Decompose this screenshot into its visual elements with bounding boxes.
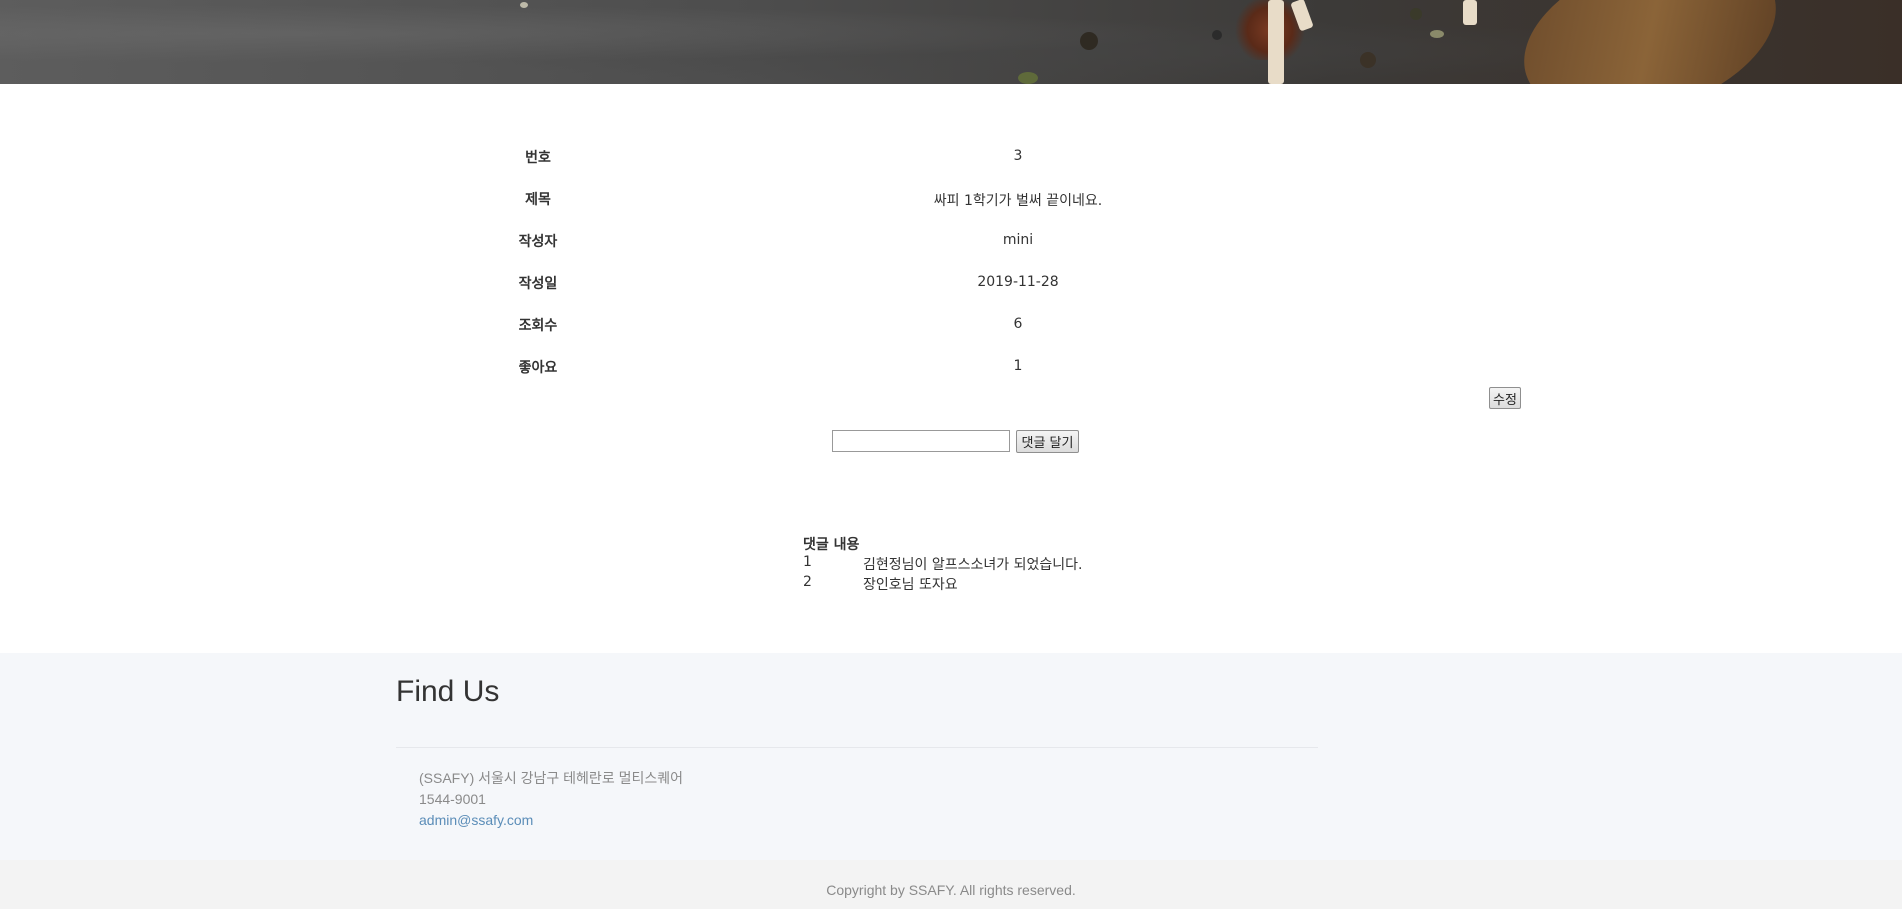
spice-seed-image xyxy=(1360,52,1376,68)
comment-number: 2 xyxy=(803,574,812,590)
comment-list: 댓글 내용 1 김현정님이 알프스소녀가 되었습니다. 2 장인호님 또자요 xyxy=(803,534,1082,594)
comment-list-header: 댓글 내용 xyxy=(803,537,860,553)
add-comment-button[interactable]: 댓글 달기 xyxy=(1016,430,1079,453)
row-label: 제목 xyxy=(525,192,551,208)
row-label: 작성일 xyxy=(518,276,558,292)
spice-seed-image xyxy=(1212,30,1222,40)
spice-seed-image xyxy=(1080,32,1098,50)
comment-input[interactable] xyxy=(832,430,1010,452)
email-link[interactable]: admin@ssafy.com xyxy=(419,812,533,828)
comment-number: 1 xyxy=(803,554,812,570)
row-value: 2019-11-28 xyxy=(977,274,1059,290)
wooden-board-image xyxy=(1503,0,1797,84)
edit-button[interactable]: 수정 xyxy=(1489,387,1521,409)
divider xyxy=(396,747,1318,748)
copyright-text: Copyright by SSAFY. All rights reserved. xyxy=(826,882,1076,898)
spice-seed-image xyxy=(1430,30,1444,38)
row-value: 싸피 1학기가 벌써 끝이네요. xyxy=(933,193,1103,209)
detail-row-date: 작성일 2019-11-28 xyxy=(440,263,1520,305)
comment-item: 2 장인호님 또자요 xyxy=(803,574,958,594)
detail-row-number: 번호 3 xyxy=(440,137,1520,179)
find-us-title: Find Us xyxy=(396,675,500,708)
detail-row-title: 제목 싸피 1학기가 벌써 끝이네요. xyxy=(440,179,1520,221)
cinnamon-stick-image xyxy=(1463,0,1477,25)
post-detail-table: 번호 3 제목 싸피 1학기가 벌써 끝이네요. 작성자 mini 작성일 20… xyxy=(440,137,1520,389)
comment-text: 김현정님이 알프스소녀가 되었습니다. xyxy=(863,557,1083,573)
row-label: 좋아요 xyxy=(518,360,558,376)
row-value: 6 xyxy=(1013,316,1023,332)
cinnamon-stick-image xyxy=(1268,0,1284,84)
row-value: mini xyxy=(1002,232,1034,248)
comment-item: 1 김현정님이 알프스소녀가 되었습니다. xyxy=(803,554,1082,574)
address-text: (SSAFY) 서울시 강남구 테헤란로 멀티스퀘어 xyxy=(419,770,683,786)
phone-text: 1544-9001 xyxy=(419,791,486,807)
row-label: 조회수 xyxy=(518,318,558,334)
row-value: 3 xyxy=(1013,148,1023,164)
spice-seed-image xyxy=(520,2,528,8)
detail-row-author: 작성자 mini xyxy=(440,221,1520,263)
comment-text: 장인호님 또자요 xyxy=(863,577,958,593)
row-label: 작성자 xyxy=(518,234,558,250)
find-us-section: Find Us (SSAFY) 서울시 강남구 테헤란로 멀티스퀘어 1544-… xyxy=(0,653,1902,860)
detail-row-likes: 좋아요 1 xyxy=(440,347,1520,389)
hero-banner xyxy=(0,0,1902,84)
spice-seed-image xyxy=(1018,72,1038,84)
contact-info: (SSAFY) 서울시 강남구 테헤란로 멀티스퀘어 1544-9001 adm… xyxy=(419,768,683,831)
detail-row-views: 조회수 6 xyxy=(440,305,1520,347)
copyright-bar: Copyright by SSAFY. All rights reserved. xyxy=(0,860,1902,909)
row-label: 번호 xyxy=(525,150,551,166)
spice-seed-image xyxy=(1410,8,1422,20)
row-value: 1 xyxy=(1013,358,1023,374)
